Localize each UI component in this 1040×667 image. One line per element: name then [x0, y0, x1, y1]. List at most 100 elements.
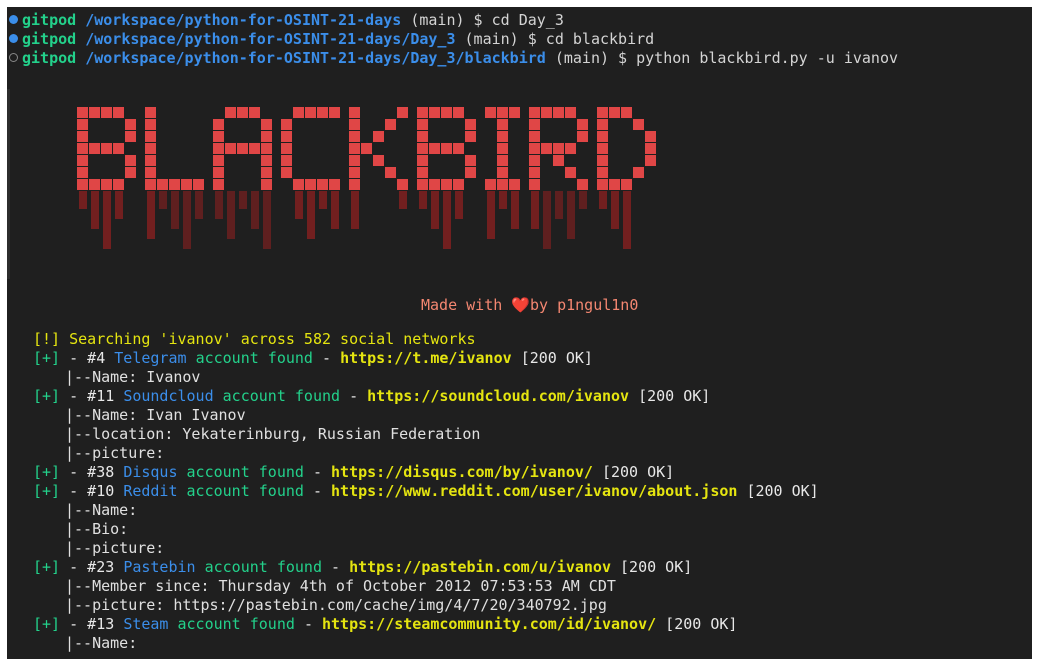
result-found-label: account found — [222, 387, 341, 405]
banner-pixel — [261, 131, 272, 142]
prompt-path: /workspace/python-for-OSINT-21-days/Day_… — [85, 49, 546, 67]
banner-pixel — [645, 155, 656, 166]
banner-drip — [455, 191, 463, 219]
banner-pixel — [125, 155, 136, 166]
banner-pixel — [317, 179, 328, 190]
result-separator: - — [322, 349, 332, 367]
banner-pixel — [529, 167, 540, 178]
banner-pixel — [77, 167, 88, 178]
banner-pixel — [361, 143, 372, 154]
banner-drip — [103, 191, 111, 249]
banner-pixel — [113, 143, 124, 154]
scrollbar-track[interactable] — [7, 89, 10, 279]
banner-pixel — [261, 179, 272, 190]
made-with-credit: Made with ❤️by p1ngul1n0 — [421, 296, 638, 314]
banner-pixel — [237, 143, 248, 154]
banner-drip — [499, 191, 507, 209]
banner-pixel — [193, 179, 204, 190]
result-line: [+] - #10 Reddit account found - https:/… — [7, 482, 819, 501]
banner-pixel — [145, 119, 156, 130]
result-separator: - — [312, 463, 322, 481]
result-separator: - — [349, 387, 359, 405]
banner-pixel — [417, 131, 428, 142]
banner-drip — [511, 191, 519, 229]
result-line: [+] - #38 Disqus account found - https:/… — [7, 463, 674, 482]
result-line: [+] - #23 Pastebin account found - https… — [7, 558, 692, 577]
banner-drip — [307, 191, 315, 239]
banner-pixel — [113, 107, 124, 118]
banner-pixel — [237, 107, 248, 118]
prompt-line: gitpod /workspace/python-for-OSINT-21-da… — [7, 11, 564, 30]
banner-pixel — [101, 143, 112, 154]
banner-drip — [543, 191, 551, 249]
result-site: Pastebin — [123, 558, 196, 576]
result-line: [+] - #11 Soundcloud account found - htt… — [7, 387, 710, 406]
result-url: https://t.me/ivanov — [340, 349, 512, 367]
banner-pixel — [77, 119, 88, 130]
banner-drip — [319, 191, 327, 209]
prompt-status-dot-icon — [9, 34, 18, 43]
result-url: https://disqus.com/by/ivanov/ — [331, 463, 593, 481]
banner-pixel — [145, 131, 156, 142]
banner-drip — [399, 191, 407, 209]
result-number: - #10 — [69, 482, 115, 500]
banner-pixel — [529, 179, 540, 190]
banner-pixel — [597, 107, 608, 118]
banner-pixel — [541, 107, 552, 118]
result-tag: [+] — [33, 615, 61, 633]
banner-pixel — [101, 107, 112, 118]
banner-pixel — [417, 167, 428, 178]
banner-pixel — [249, 107, 260, 118]
banner-pixel — [89, 179, 100, 190]
result-detail-line: |--Bio: — [65, 520, 129, 538]
prompt-symbol: $ — [473, 11, 483, 29]
banner-drip — [79, 191, 87, 209]
banner-pixel — [113, 179, 124, 190]
result-detail-line: |--picture: — [65, 444, 165, 462]
banner-pixel — [213, 143, 224, 154]
banner-pixel — [145, 167, 156, 178]
banner-pixel — [181, 179, 192, 190]
prompt-command: python blackbird.py -u ivanov — [636, 49, 899, 67]
banner-pixel — [281, 167, 292, 178]
banner-pixel — [385, 119, 396, 130]
banner-pixel — [621, 107, 632, 118]
banner-pixel — [497, 131, 508, 142]
banner-pixel — [77, 155, 88, 166]
banner-drip — [195, 191, 203, 219]
banner-pixel — [373, 155, 384, 166]
banner-drip — [263, 191, 271, 249]
result-status: [200 OK] — [638, 387, 711, 405]
banner-pixel — [577, 119, 588, 130]
banner-pixel — [553, 143, 564, 154]
result-url: https://steamcommunity.com/id/ivanov/ — [322, 615, 657, 633]
banner-pixel — [145, 107, 156, 118]
banner-pixel — [497, 155, 508, 166]
prompt-branch: (main) — [410, 11, 465, 29]
banner-pixel — [349, 107, 360, 118]
result-detail-line: |--picture: — [65, 539, 165, 557]
banner-drip — [531, 191, 539, 229]
banner-pixel — [305, 179, 316, 190]
result-detail-line: |--Name: — [65, 501, 138, 519]
banner-pixel — [485, 107, 496, 118]
result-separator: - — [331, 558, 341, 576]
banner-pixel — [317, 107, 328, 118]
banner-pixel — [101, 179, 112, 190]
banner-pixel — [441, 179, 452, 190]
banner-pixel — [77, 131, 88, 142]
banner-pixel — [349, 155, 360, 166]
result-separator: - — [312, 482, 322, 500]
banner-pixel — [497, 107, 508, 118]
result-number: - #13 — [69, 615, 115, 633]
banner-drip — [295, 191, 303, 219]
prompt-host: gitpod — [22, 49, 77, 67]
terminal-window[interactable]: gitpod /workspace/python-for-OSINT-21-da… — [7, 7, 1032, 659]
result-found-label: account found — [186, 482, 304, 500]
banner-pixel — [77, 107, 88, 118]
banner-pixel — [225, 107, 236, 118]
banner-pixel — [633, 167, 644, 178]
banner-pixel — [541, 143, 552, 154]
banner-pixel — [529, 119, 540, 130]
heart-icon: ❤️ — [511, 296, 530, 314]
